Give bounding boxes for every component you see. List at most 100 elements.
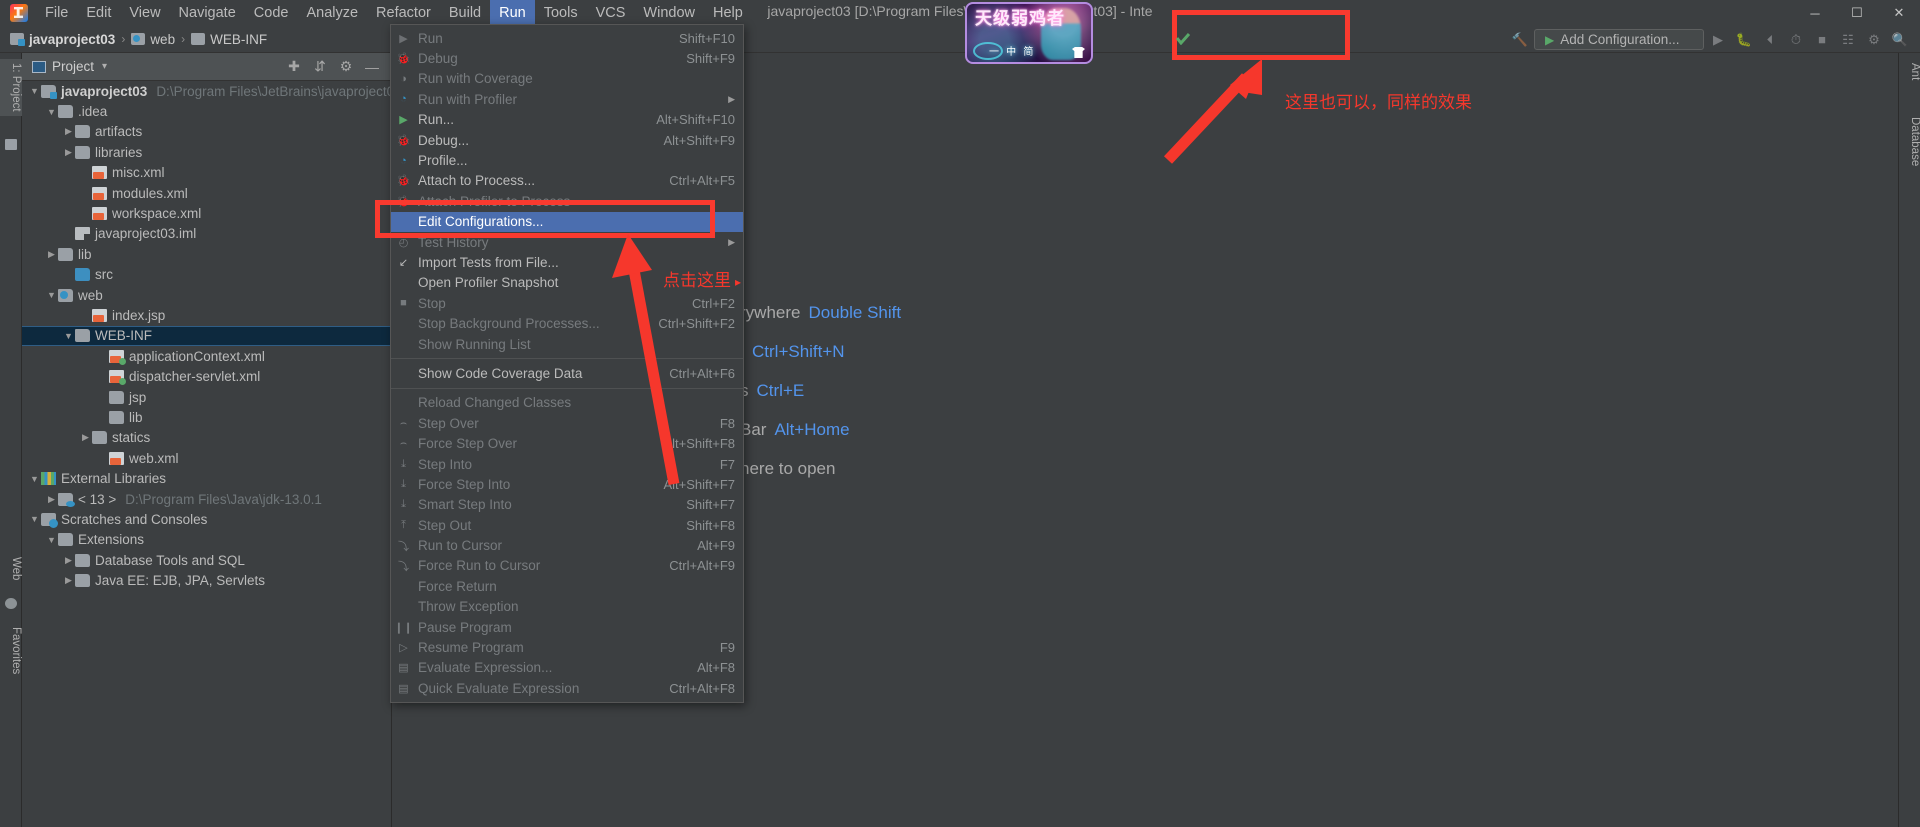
tool-window-project[interactable]: 1: Project [0,59,22,116]
run-icon[interactable]: ▶ [1706,29,1730,51]
coverage-icon[interactable]: ⏴ [1758,29,1782,51]
collapse-all-icon[interactable]: ⇵ [307,54,333,80]
run-menu-item-resume-program[interactable]: ▷ Resume Program F9 [391,637,743,657]
menu-bar-item-analyze[interactable]: Analyze [297,0,367,26]
run-menu-item-profile[interactable]: ◔ Profile... [391,150,743,170]
run-menu-item-step-over[interactable]: ⌢ Step Over F8 [391,413,743,433]
tree-row-lib[interactable]: ▶ lib [22,244,391,264]
settings-gear-icon[interactable]: ⚙ [1862,29,1886,51]
run-menu-item-attach-to-process[interactable]: 🐞 Attach to Process... Ctrl+Alt+F5 [391,171,743,191]
run-menu-item-stop-background-processes[interactable]: Stop Background Processes... Ctrl+Shift+F… [391,313,743,333]
run-menu-item-run[interactable]: ▶ Run... Alt+Shift+F10 [391,110,743,130]
tool-window-web[interactable]: Web [0,553,22,584]
menu-bar-item-help[interactable]: Help [704,0,752,26]
settings-gear-icon[interactable]: ⚙ [333,54,359,80]
menu-bar-item-code[interactable]: Code [245,0,298,26]
tree-row--13-[interactable]: ▶ < 13 > D:\Program Files\Java\jdk-13.0.1 [22,489,391,509]
chevron-down-icon[interactable]: ▼ [45,535,58,545]
run-menu-item-run-to-cursor[interactable]: ⤵ Run to Cursor Alt+F9 [391,535,743,555]
hammer-icon[interactable]: 🔨 [1508,29,1532,51]
run-menu-item-force-run-to-cursor[interactable]: ⤵ Force Run to Cursor Ctrl+Alt+F9 [391,556,743,576]
menu-bar-item-tools[interactable]: Tools [535,0,587,26]
profile-icon[interactable]: ⏱ [1784,29,1808,51]
run-menu-item-force-return[interactable]: Force Return [391,576,743,596]
run-menu-item-run-with-profiler[interactable]: ◔ Run with Profiler ▶ [391,89,743,109]
chevron-down-icon[interactable]: ▼ [45,107,58,117]
run-menu-item-force-step-over[interactable]: ⌢ Force Step Over Alt+Shift+F8 [391,433,743,453]
run-menu-item-step-into[interactable]: ⤓ Step Into F7 [391,454,743,474]
chevron-down-icon[interactable]: ▼ [28,86,41,96]
run-menu-item-step-out[interactable]: ⤒ Step Out Shift+F8 [391,515,743,535]
tool-window-database[interactable]: Database [1899,113,1920,170]
menu-bar-item-edit[interactable]: Edit [77,0,120,26]
chevron-right-icon[interactable]: ▶ [45,249,58,260]
chevron-down-icon[interactable]: ▼ [28,474,41,484]
search-everywhere-icon[interactable]: ☷ [1836,29,1860,51]
minimize-button[interactable]: ─ [1794,0,1836,26]
run-menu-item-show-running-list[interactable]: Show Running List [391,334,743,354]
run-menu-item-debug[interactable]: 🐞 Debug... Alt+Shift+F9 [391,130,743,150]
run-menu-item-run[interactable]: ▶ Run Shift+F10 [391,28,743,48]
run-menu-item-reload-changed-classes[interactable]: Reload Changed Classes [391,393,743,413]
run-menu-item-show-code-coverage-data[interactable]: Show Code Coverage Data Ctrl+Alt+F6 [391,363,743,383]
chevron-down-icon[interactable]: ▼ [62,331,75,341]
menu-bar-item-navigate[interactable]: Navigate [170,0,245,26]
chevron-right-icon[interactable]: ▶ [62,147,75,158]
tree-row-javaproject03-iml[interactable]: ▶ javaproject03.iml [22,224,391,244]
run-menu-item-stop[interactable]: ■ Stop Ctrl+F2 [391,293,743,313]
chevron-right-icon[interactable]: ▶ [45,494,58,505]
stop-icon[interactable]: ■ [1810,29,1834,51]
maximize-button[interactable]: ☐ [1836,0,1878,26]
menu-bar-item-window[interactable]: Window [634,0,704,26]
tree-row-dispatcher-servlet-xml[interactable]: ▶ dispatcher-servlet.xml [22,366,391,386]
menu-bar-item-vcs[interactable]: VCS [587,0,635,26]
tree-row-artifacts[interactable]: ▶ artifacts [22,122,391,142]
run-menu-item-pause-program[interactable]: ❙❙ Pause Program [391,617,743,637]
tree-row-web-inf[interactable]: ▼ WEB-INF [22,325,391,347]
run-menu-item-debug[interactable]: 🐞 Debug Shift+F9 [391,48,743,68]
chevron-right-icon[interactable]: ▶ [62,575,75,586]
add-configuration-button[interactable]: ▶ Add Configuration... [1534,29,1704,50]
menu-bar-item-build[interactable]: Build [440,0,490,26]
tree-row-java-ee-ejb-jpa-servlets[interactable]: ▶ Java EE: EJB, JPA, Servlets [22,570,391,590]
menu-bar-item-run[interactable]: Run [490,0,535,26]
tree-row-statics[interactable]: ▶ statics [22,428,391,448]
tree-row-lib[interactable]: ▶ lib [22,407,391,427]
breadcrumb-webinf[interactable]: WEB-INF [210,32,267,47]
menu-bar-item-file[interactable]: File [36,0,77,26]
tree-row-extensions[interactable]: ▼ Extensions [22,530,391,550]
tool-window-ant[interactable]: Ant [1899,59,1920,84]
chevron-down-icon[interactable]: ▾ [102,61,107,72]
run-menu-item-quick-evaluate-expression[interactable]: ▤ Quick Evaluate Expression Ctrl+Alt+F8 [391,678,743,698]
menu-bar-item-refactor[interactable]: Refactor [367,0,440,26]
chevron-right-icon[interactable]: ▶ [62,126,75,137]
tree-row-web-xml[interactable]: ▶ web.xml [22,448,391,468]
tree-row-jsp[interactable]: ▶ jsp [22,387,391,407]
tree-row-applicationcontext-xml[interactable]: ▶ applicationContext.xml [22,346,391,366]
chevron-down-icon[interactable]: ▼ [45,290,58,300]
chevron-right-icon[interactable]: ▶ [79,432,92,443]
breadcrumb-project[interactable]: javaproject03 [29,32,115,47]
run-menu-item-attach-profiler-to-process[interactable]: 🐞 Attach Profiler to Process [391,191,743,211]
locate-icon[interactable]: ✚ [281,54,307,80]
tree-row-index-jsp[interactable]: ▶ index.jsp [22,305,391,325]
run-menu-item-run-with-coverage[interactable]: ◑ Run with Coverage [391,69,743,89]
project-tree[interactable]: ▼ javaproject03 D:\Program Files\JetBrains… [22,81,391,827]
debug-icon[interactable]: 🐛 [1732,29,1756,51]
run-menu-item-test-history[interactable]: ◴ Test History ▶ [391,232,743,252]
tree-row-misc-xml[interactable]: ▶ misc.xml [22,163,391,183]
chevron-down-icon[interactable]: ▼ [28,514,41,524]
run-menu-item-force-step-into[interactable]: ⤓ Force Step Into Alt+Shift+F7 [391,474,743,494]
run-menu-popup[interactable]: ▶ Run Shift+F10 🐞 Debug Shift+F9 ◑ Run with Cov… [390,24,744,703]
tree-row-external-libraries[interactable]: ▼ External Libraries [22,468,391,488]
tree-row-javaproject03[interactable]: ▼ javaproject03 D:\Program Files\JetBrains… [22,81,391,101]
menu-bar-item-view[interactable]: View [120,0,169,26]
tool-window-favorites[interactable]: Favorites [0,623,22,678]
close-button[interactable]: ✕ [1878,0,1920,26]
tree-row-libraries[interactable]: ▶ libraries [22,142,391,162]
run-menu-item-throw-exception[interactable]: Throw Exception [391,597,743,617]
run-menu-item-smart-step-into[interactable]: ⤓ Smart Step Into Shift+F7 [391,495,743,515]
tree-row-scratches-and-consoles[interactable]: ▼ Scratches and Consoles [22,509,391,529]
breadcrumb-web[interactable]: web [150,32,175,47]
tree-row-modules-xml[interactable]: ▶ modules.xml [22,183,391,203]
